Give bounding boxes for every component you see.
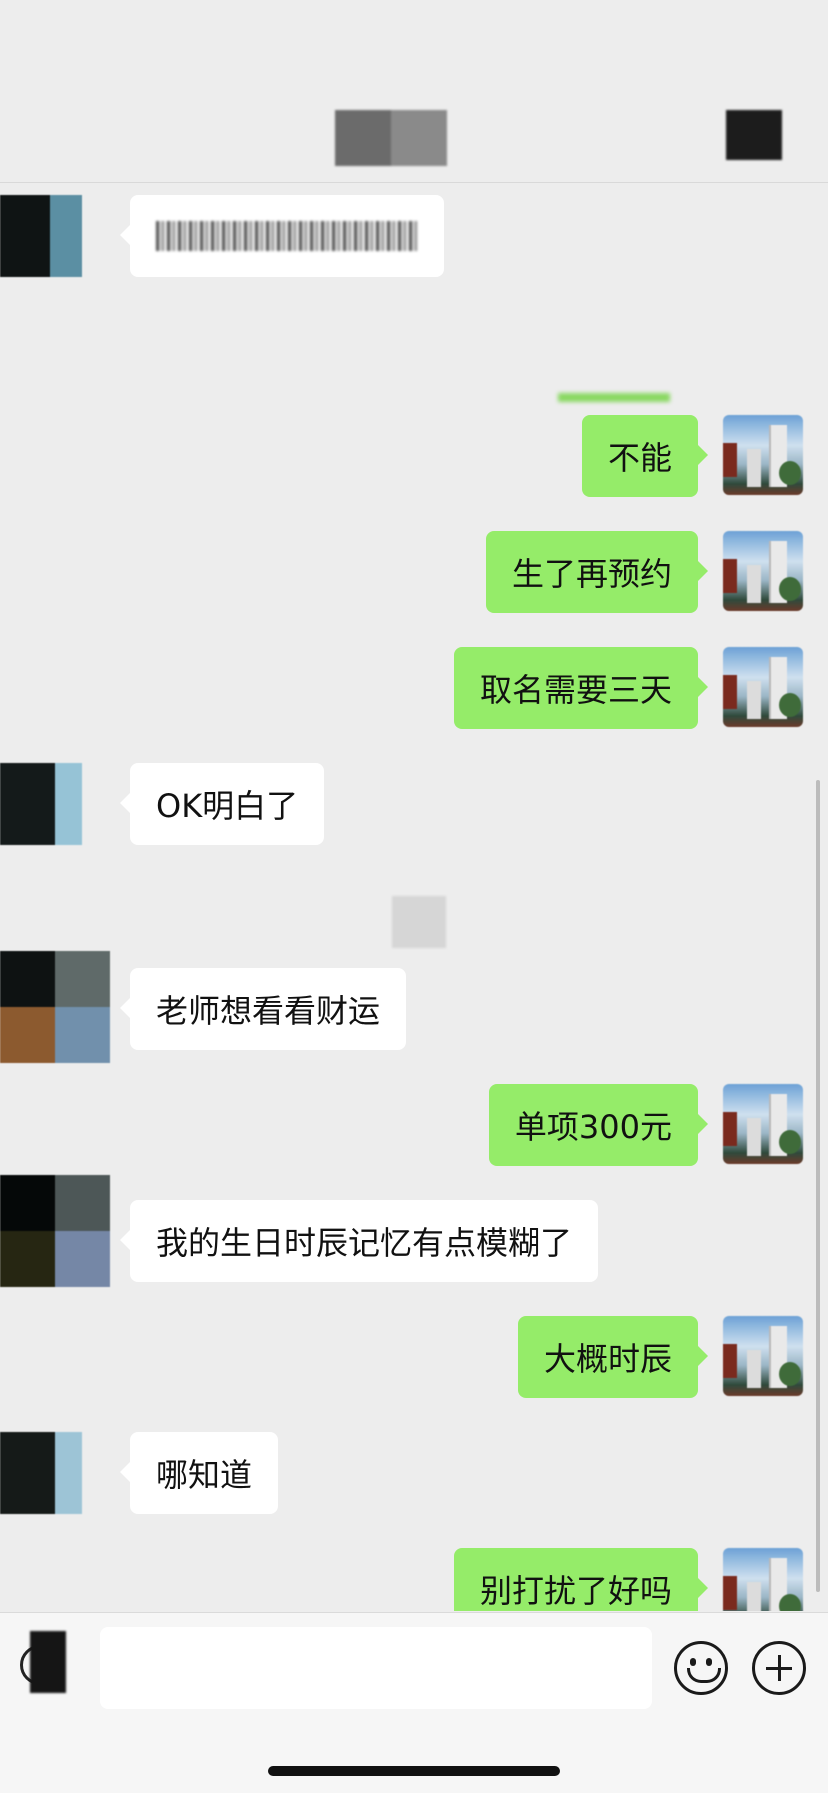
message-bubble-outgoing[interactable]: 不能 [581, 415, 709, 497]
plus-icon[interactable] [752, 1641, 806, 1695]
message-text: 生了再预约 [511, 555, 672, 593]
self-avatar[interactable] [723, 1548, 803, 1611]
self-avatar[interactable] [723, 531, 803, 611]
chat-title-redacted [335, 110, 447, 166]
redacted-mark [558, 393, 670, 402]
self-avatar[interactable] [723, 415, 803, 495]
input-bar [0, 1612, 828, 1793]
self-avatar[interactable] [723, 1316, 803, 1396]
self-avatar[interactable] [723, 1084, 803, 1164]
scrollbar[interactable] [816, 780, 820, 1592]
message-text: OK明白了 [156, 787, 299, 825]
more-menu-button[interactable] [726, 110, 782, 160]
message-text: 老师想看看财运 [156, 992, 381, 1030]
home-indicator [268, 1766, 560, 1776]
message-bubble-incoming[interactable] [120, 195, 444, 277]
message-text: 不能 [607, 439, 672, 477]
message-text: 哪知道 [156, 1456, 253, 1494]
contact-avatar[interactable] [0, 195, 82, 277]
message-text: 大概时辰 [543, 1340, 672, 1378]
redacted-mark [392, 896, 446, 948]
message-bubble-outgoing[interactable]: 别打扰了好吗 [453, 1548, 709, 1611]
message-bubble-outgoing[interactable]: 生了再预约 [485, 531, 709, 613]
contact-avatar[interactable] [0, 1175, 110, 1287]
message-text: 取名需要三天 [479, 671, 672, 709]
message-bubble-incoming[interactable]: 哪知道 [119, 1432, 279, 1514]
self-avatar[interactable] [723, 647, 803, 727]
message-bubble-incoming[interactable]: 我的生日时辰记忆有点模糊了 [119, 1200, 599, 1282]
message-text: 单项300元 [514, 1108, 672, 1146]
contact-avatar[interactable] [0, 1432, 82, 1514]
message-text: 我的生日时辰记忆有点模糊了 [156, 1224, 573, 1262]
message-bubble-incoming[interactable]: 老师想看看财运 [119, 968, 407, 1050]
message-bubble-incoming[interactable]: OK明白了 [119, 763, 325, 845]
message-bubble-outgoing[interactable]: 大概时辰 [517, 1316, 709, 1398]
voice-icon[interactable] [20, 1631, 66, 1693]
redacted-text [156, 221, 418, 251]
message-bubble-outgoing[interactable]: 取名需要三天 [453, 647, 709, 729]
message-input[interactable] [100, 1627, 652, 1709]
contact-avatar[interactable] [0, 763, 82, 845]
chat-header [0, 0, 828, 183]
message-list[interactable]: 不能 生了再预约 取名需要三天 OK明白了 老师想看看财运 单项300元 我的生… [0, 183, 828, 1611]
emoji-icon[interactable] [674, 1641, 728, 1695]
message-bubble-outgoing[interactable]: 单项300元 [488, 1084, 709, 1166]
contact-avatar[interactable] [0, 951, 110, 1063]
message-text: 别打扰了好吗 [479, 1572, 672, 1610]
